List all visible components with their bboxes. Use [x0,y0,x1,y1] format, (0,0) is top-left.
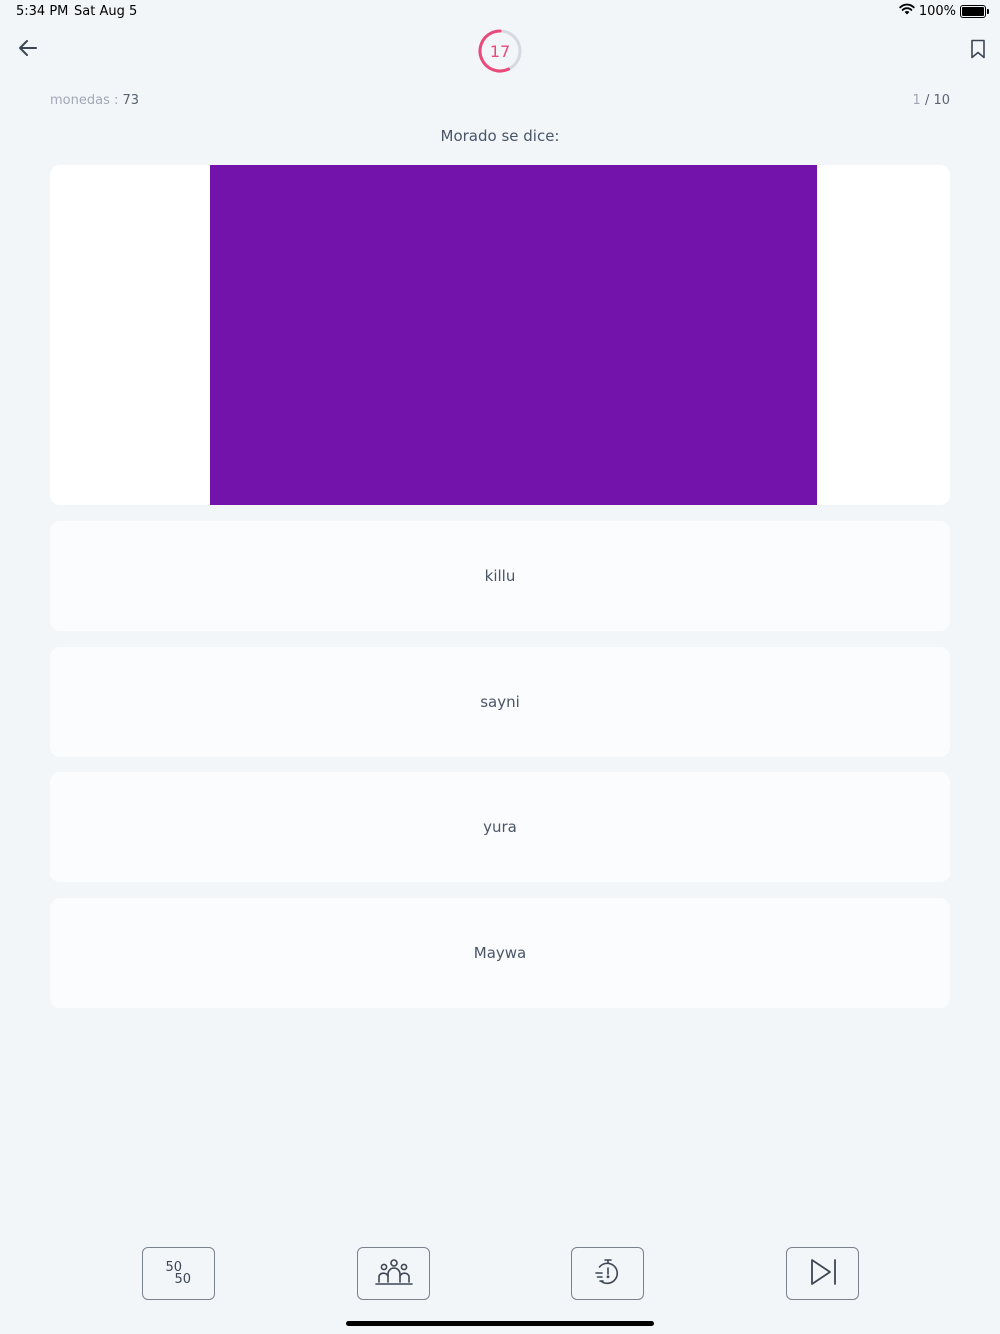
status-date: Sat Aug 5 [74,4,138,19]
question-image-card [50,165,950,505]
answer-option-4[interactable]: Maywa [50,898,950,1008]
coins-value: 73 [122,93,140,108]
skip-next-icon [807,1257,839,1291]
arrow-left-icon [18,39,38,61]
home-indicator [346,1321,654,1326]
status-bar: 5:34 PM Sat Aug 5 100% [0,0,1000,24]
coins-counter: monedas : 73 [50,93,139,108]
fifty-bottom-label: 50 [174,1271,192,1287]
fifty-fifty-button[interactable]: 50 50 [142,1247,215,1300]
back-button[interactable] [14,36,42,64]
battery-percentage: 100% [918,3,956,19]
question-progress: 1 / 10 [913,93,950,108]
timer-value: 17 [489,41,511,61]
audience-button[interactable] [357,1247,430,1300]
coins-label: monedas : [50,93,123,108]
battery-icon [960,4,989,18]
fifty-fifty-icon: 50 50 [166,1260,192,1288]
question-text: Morado se dice: [440,127,560,145]
audience-icon [374,1257,414,1291]
progress-current: 1 [912,93,921,108]
answer-option-2[interactable]: sayni [50,647,950,757]
answer-option-1[interactable]: killu [50,521,950,631]
skip-question-button[interactable] [786,1247,859,1300]
color-swatch [210,165,817,505]
status-indicators: 100% [899,3,989,19]
wifi-icon [899,3,915,19]
status-time: 5:34 PM [16,4,69,19]
countdown-timer: 17 [477,28,523,74]
extra-time-button[interactable] [571,1247,644,1300]
progress-total: / 10 [920,93,950,108]
bookmark-button[interactable] [964,37,992,65]
stopwatch-icon [593,1257,623,1291]
answer-option-3[interactable]: yura [50,772,950,882]
bookmark-icon [970,39,986,63]
